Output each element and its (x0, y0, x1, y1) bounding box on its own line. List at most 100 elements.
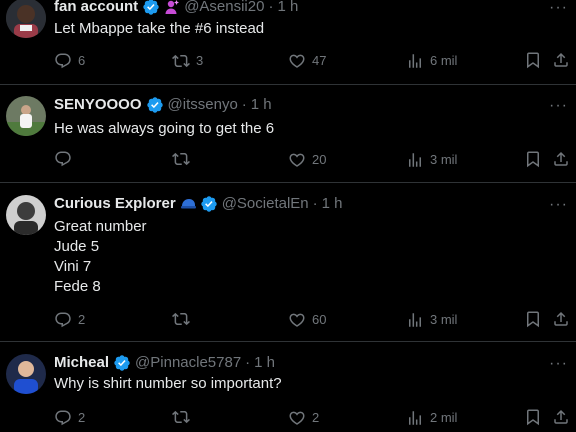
post-text-line: Why is shirt number so important? (54, 375, 282, 392)
post-text-line: Fede 8 (54, 278, 101, 295)
bookmark-icon (524, 408, 542, 426)
repost-button[interactable] (172, 150, 196, 168)
post-text-line: Let Mbappe take the #6 instead (54, 20, 265, 37)
repost-icon (172, 52, 190, 70)
share-icon (552, 310, 570, 328)
reply-button[interactable]: 6 (54, 51, 85, 71)
separator-dot: · (312, 195, 318, 212)
reply-button[interactable] (54, 150, 78, 168)
reply-icon (54, 311, 72, 329)
like-button[interactable]: 2 (288, 408, 319, 428)
views-chart-icon (406, 409, 424, 427)
avatar-image (6, 96, 46, 136)
like-count: 2 (312, 410, 320, 425)
share-button[interactable] (552, 150, 570, 168)
post-text: Let Mbappe take the #6 instead (54, 19, 264, 39)
like-count: 60 (312, 312, 327, 327)
post-time[interactable]: 1 h (322, 194, 343, 214)
heart-icon (288, 52, 306, 70)
more-options-button[interactable]: ··· (549, 356, 568, 372)
verified-badge-icon (146, 96, 164, 114)
bookmark-icon (524, 51, 542, 69)
post-1[interactable]: fan account @Asensii20 · 1 h ··· Let Mba… (0, 0, 576, 84)
view-count: 2 mil (430, 410, 458, 425)
views-button[interactable]: 3 mil (406, 150, 457, 170)
reply-count: 2 (78, 410, 86, 425)
post-text-line: He was always going to get the 6 (54, 120, 275, 137)
separator-dot: · (245, 354, 251, 371)
heart-icon (288, 151, 306, 169)
post-time[interactable]: 1 h (254, 353, 275, 373)
reply-count: 6 (78, 53, 86, 68)
repost-button[interactable] (172, 408, 196, 426)
verified-badge-icon (113, 354, 131, 372)
post-time[interactable]: 1 h (277, 0, 298, 17)
post-2[interactable]: SENYOOOO @itssenyo · 1 h ··· He was alwa… (0, 85, 576, 182)
avatar[interactable] (6, 96, 46, 136)
author-name[interactable]: Curious Explorer (54, 194, 176, 214)
avatar[interactable] (6, 0, 46, 38)
author-name[interactable]: Micheal (54, 353, 109, 373)
reply-icon (54, 150, 72, 168)
bookmark-button[interactable] (524, 310, 542, 328)
share-button[interactable] (552, 310, 570, 328)
post-time[interactable]: 1 h (251, 95, 272, 115)
heart-icon (288, 409, 306, 427)
author-handle[interactable]: @itssenyo (168, 95, 238, 115)
repost-button[interactable]: 3 (172, 51, 203, 71)
more-options-button[interactable]: ··· (549, 197, 568, 213)
more-options-button[interactable]: ··· (549, 0, 568, 16)
author-name[interactable]: fan account (54, 0, 138, 17)
avatar[interactable] (6, 354, 46, 394)
action-bar: 2 2 2 mil (54, 408, 570, 428)
post-4[interactable]: Micheal @Pinnacle5787 · 1 h ··· Why is s… (0, 342, 576, 432)
post-text: He was always going to get the 6 (54, 119, 274, 139)
like-button[interactable]: 60 (288, 310, 326, 330)
like-button[interactable]: 47 (288, 51, 326, 71)
share-button[interactable] (552, 408, 570, 426)
person-sparkle-icon (165, 0, 180, 14)
verified-badge-icon (142, 0, 160, 16)
like-count: 20 (312, 152, 327, 167)
reply-button[interactable]: 2 (54, 408, 85, 428)
share-icon (552, 408, 570, 426)
post-text-line: Jude 5 (54, 238, 100, 255)
separator-dot: · (268, 0, 274, 15)
repost-count: 3 (196, 53, 204, 68)
view-count: 6 mil (430, 53, 458, 68)
share-icon (552, 150, 570, 168)
views-button[interactable]: 6 mil (406, 51, 457, 71)
avatar-image (6, 354, 46, 394)
author-handle[interactable]: @Pinnacle5787 (135, 353, 241, 373)
view-count: 3 mil (430, 152, 458, 167)
bookmark-button[interactable] (524, 150, 542, 168)
views-button[interactable]: 3 mil (406, 310, 457, 330)
bookmark-button[interactable] (524, 408, 542, 426)
views-chart-icon (406, 52, 424, 70)
action-bar: 6 3 47 6 mil (54, 51, 570, 71)
avatar[interactable] (6, 195, 46, 235)
separator-dot: · (241, 96, 247, 113)
post-text: Great number Jude 5 Vini 7 Fede 8 (54, 217, 147, 297)
author-handle[interactable]: @Asensii20 (184, 0, 264, 17)
avatar-image (6, 0, 46, 38)
views-chart-icon (406, 151, 424, 169)
like-button[interactable]: 20 (288, 150, 326, 170)
bookmark-button[interactable] (524, 51, 542, 69)
bookmark-icon (524, 310, 542, 328)
action-bar: 20 3 mil (54, 150, 570, 170)
avatar-image (6, 195, 46, 235)
bookmark-icon (524, 150, 542, 168)
repost-icon (172, 408, 190, 426)
author-handle[interactable]: @SocietalEn (222, 194, 309, 214)
post-text-line: Vini 7 (54, 258, 92, 275)
reply-button[interactable]: 2 (54, 310, 85, 330)
more-options-button[interactable]: ··· (549, 98, 568, 114)
views-button[interactable]: 2 mil (406, 408, 457, 428)
author-name[interactable]: SENYOOOO (54, 95, 142, 115)
share-icon (552, 51, 570, 69)
repost-button[interactable] (172, 310, 196, 328)
repost-icon (172, 150, 190, 168)
share-button[interactable] (552, 51, 570, 69)
post-3[interactable]: Curious Explorer @SocietalEn · 1 h ··· G… (0, 183, 576, 340)
